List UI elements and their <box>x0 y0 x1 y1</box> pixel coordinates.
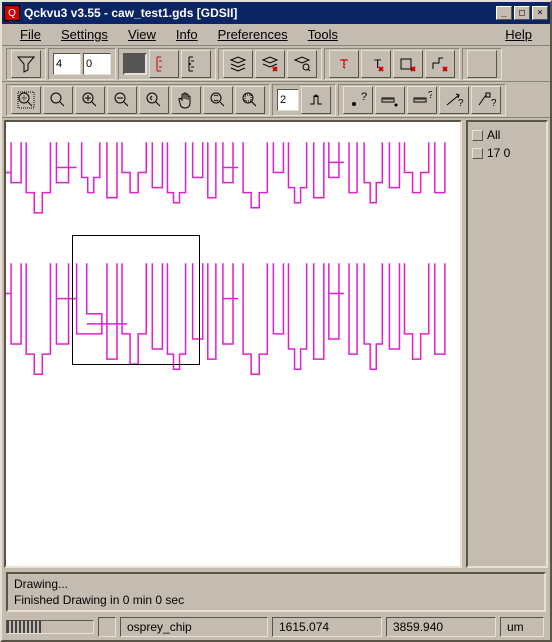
layers-search-button[interactable] <box>287 50 317 78</box>
path-x-icon <box>430 54 450 74</box>
zoom-fit-icon <box>16 90 36 110</box>
unchecked-box-icon[interactable] <box>472 148 483 159</box>
point-query-icon: ? <box>348 90 368 110</box>
menu-view[interactable]: View <box>118 25 166 44</box>
solid-icon <box>186 54 206 74</box>
fill-mode-solid-button[interactable] <box>181 50 211 78</box>
menu-tools[interactable]: Tools <box>298 25 348 44</box>
menu-settings[interactable]: Settings <box>51 25 118 44</box>
design-canvas[interactable] <box>6 122 460 566</box>
layer-panel: All 17 0 <box>466 120 548 568</box>
hierarchy-up-icon <box>306 90 326 110</box>
toolbar-row-1: T T <box>2 46 550 82</box>
zoom-prev-icon <box>144 90 164 110</box>
svg-text:T: T <box>340 57 348 71</box>
status-line-2: Finished Drawing in 0 min 0 sec <box>14 593 538 609</box>
footer-cell-name: osprey_chip <box>120 617 268 637</box>
menu-help[interactable]: Help <box>495 25 542 44</box>
layers-icon <box>228 54 248 74</box>
progress-indicator <box>6 620 94 634</box>
zoom-prev-button[interactable] <box>139 86 169 114</box>
footer-coord-y: 3859.940 <box>386 617 496 637</box>
nesting-input[interactable] <box>277 89 299 111</box>
zoom-in-icon <box>80 90 100 110</box>
titlebar: Q Qckvu3 v3.55 - caw_test1.gds [GDSII] _… <box>2 2 550 24</box>
layer-17-0[interactable]: 17 0 <box>472 144 542 162</box>
level-input-2[interactable] <box>83 53 111 75</box>
measure-snap-icon: ? <box>476 90 496 110</box>
footer-bar: osprey_chip 1615.074 3859.940 um <box>2 614 550 640</box>
menubar: File Settings View Info Preferences Tool… <box>2 24 550 46</box>
measure-arrow-icon: ? <box>444 90 464 110</box>
outline-icon <box>154 54 174 74</box>
maximize-button[interactable]: □ <box>514 6 530 20</box>
text-dashed-icon: T <box>334 54 354 74</box>
layer-all-label: All <box>487 128 500 142</box>
zoom-icon <box>48 90 68 110</box>
footer-unit: um <box>500 617 544 637</box>
level-input-1[interactable] <box>53 53 81 75</box>
zoom-refresh-icon <box>208 90 228 110</box>
layers-x-icon <box>260 54 280 74</box>
zoom-area-button[interactable] <box>235 86 265 114</box>
status-line-1: Drawing... <box>14 577 538 593</box>
footer-coord-x: 1615.074 <box>272 617 382 637</box>
zoom-refresh-button[interactable] <box>203 86 233 114</box>
measure-point-button[interactable]: ? <box>343 86 373 114</box>
rect-delete-button[interactable] <box>393 50 423 78</box>
svg-text:?: ? <box>491 98 496 109</box>
zoom-in-button[interactable] <box>75 86 105 114</box>
toolbar-row-2: ? ? ? ? <box>2 82 550 118</box>
window-controls: _ □ × <box>496 6 548 20</box>
selection-rectangle <box>72 235 200 365</box>
rect-x-icon <box>398 54 418 74</box>
measure-snap-button[interactable]: ? <box>471 86 501 114</box>
footer-spacer <box>98 617 116 637</box>
unchecked-box-icon[interactable] <box>472 130 483 141</box>
layer-all[interactable]: All <box>472 126 542 144</box>
fill-color-swatch[interactable] <box>123 53 147 75</box>
zoom-button[interactable] <box>43 86 73 114</box>
filter-button[interactable] <box>11 50 41 78</box>
close-button[interactable]: × <box>532 6 548 20</box>
zoom-out-button[interactable] <box>107 86 137 114</box>
zoom-out-icon <box>112 90 132 110</box>
menu-preferences[interactable]: Preferences <box>208 25 298 44</box>
row1-extra-button[interactable] <box>467 50 497 78</box>
application-window: Q Qckvu3 v3.55 - caw_test1.gds [GDSII] _… <box>0 0 552 642</box>
hierarchy-up-button[interactable] <box>301 86 331 114</box>
funnel-icon <box>16 54 36 74</box>
menu-info[interactable]: Info <box>166 25 208 44</box>
layers-button[interactable] <box>223 50 253 78</box>
ruler-query-icon: ? <box>412 90 432 110</box>
svg-text:?: ? <box>428 90 432 101</box>
svg-text:?: ? <box>458 98 464 109</box>
svg-text:?: ? <box>361 91 367 103</box>
hand-icon <box>176 90 196 110</box>
measure-ruler-button[interactable]: ? <box>407 86 437 114</box>
zoom-area-icon <box>240 90 260 110</box>
workspace: All 17 0 <box>2 118 550 570</box>
app-icon: Q <box>4 5 20 21</box>
measure-dist-button[interactable] <box>375 86 405 114</box>
minimize-button[interactable]: _ <box>496 6 512 20</box>
path-delete-button[interactable] <box>425 50 455 78</box>
text-x-icon: T <box>366 54 386 74</box>
text-outline-button[interactable]: T <box>329 50 359 78</box>
measure-line-button[interactable]: ? <box>439 86 469 114</box>
zoom-fit-button[interactable] <box>11 86 41 114</box>
text-delete-button[interactable]: T <box>361 50 391 78</box>
layers-delete-button[interactable] <box>255 50 285 78</box>
fill-mode-outline-button[interactable] <box>149 50 179 78</box>
window-title: Qckvu3 v3.55 - caw_test1.gds [GDSII] <box>24 6 496 20</box>
pan-button[interactable] <box>171 86 201 114</box>
blank-icon <box>472 54 492 74</box>
ruler-point-icon <box>380 90 400 110</box>
canvas-area[interactable] <box>4 120 462 568</box>
layers-search-icon <box>292 54 312 74</box>
menu-file[interactable]: File <box>10 25 51 44</box>
layer-17-0-label: 17 0 <box>487 146 510 160</box>
status-message-box: Drawing... Finished Drawing in 0 min 0 s… <box>6 572 546 612</box>
